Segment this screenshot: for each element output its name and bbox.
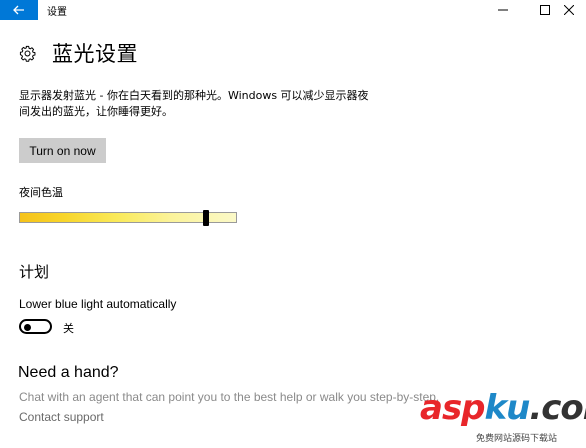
page-header: 蓝光设置: [19, 38, 138, 68]
toggle-state-label: 关: [63, 322, 74, 335]
slider-thumb[interactable]: [203, 210, 209, 226]
close-icon: [564, 5, 574, 15]
description-text: 显示器发射蓝光 - 你在白天看到的那种光。Windows 可以减少显示器夜间发出…: [19, 89, 369, 118]
watermark-logo: aspku.com: [420, 388, 586, 428]
toggle-caption: Lower blue light automatically: [19, 297, 177, 311]
color-temperature-label: 夜间色温: [19, 186, 63, 199]
settings-window: 设置 蓝光设置 显示器发射蓝光 - 你在白天看到的那种光。Windows 可以减…: [0, 0, 586, 448]
back-button[interactable]: [0, 0, 38, 20]
minimize-icon: [498, 9, 508, 11]
help-heading: Need a hand?: [18, 364, 119, 381]
window-title: 设置: [47, 7, 67, 18]
turn-on-now-button[interactable]: Turn on now: [19, 138, 106, 163]
auto-blue-light-toggle[interactable]: [19, 319, 52, 334]
site-watermark: aspku.com 免费网站源码下载站: [420, 388, 586, 446]
watermark-subtext: 免费网站源码下载站: [476, 434, 558, 444]
title-bar: 设置: [0, 0, 586, 20]
toggle-knob: [24, 323, 31, 331]
help-description: Chat with an agent that can point you to…: [19, 390, 440, 404]
close-button[interactable]: [552, 0, 586, 20]
gear-icon: [19, 45, 36, 62]
contact-support-link[interactable]: Contact support: [19, 410, 104, 424]
schedule-heading: 计划: [19, 263, 50, 281]
minimize-button[interactable]: [486, 0, 520, 20]
page-title: 蓝光设置: [52, 42, 138, 66]
maximize-icon: [540, 5, 550, 15]
back-arrow-icon: [13, 5, 24, 15]
